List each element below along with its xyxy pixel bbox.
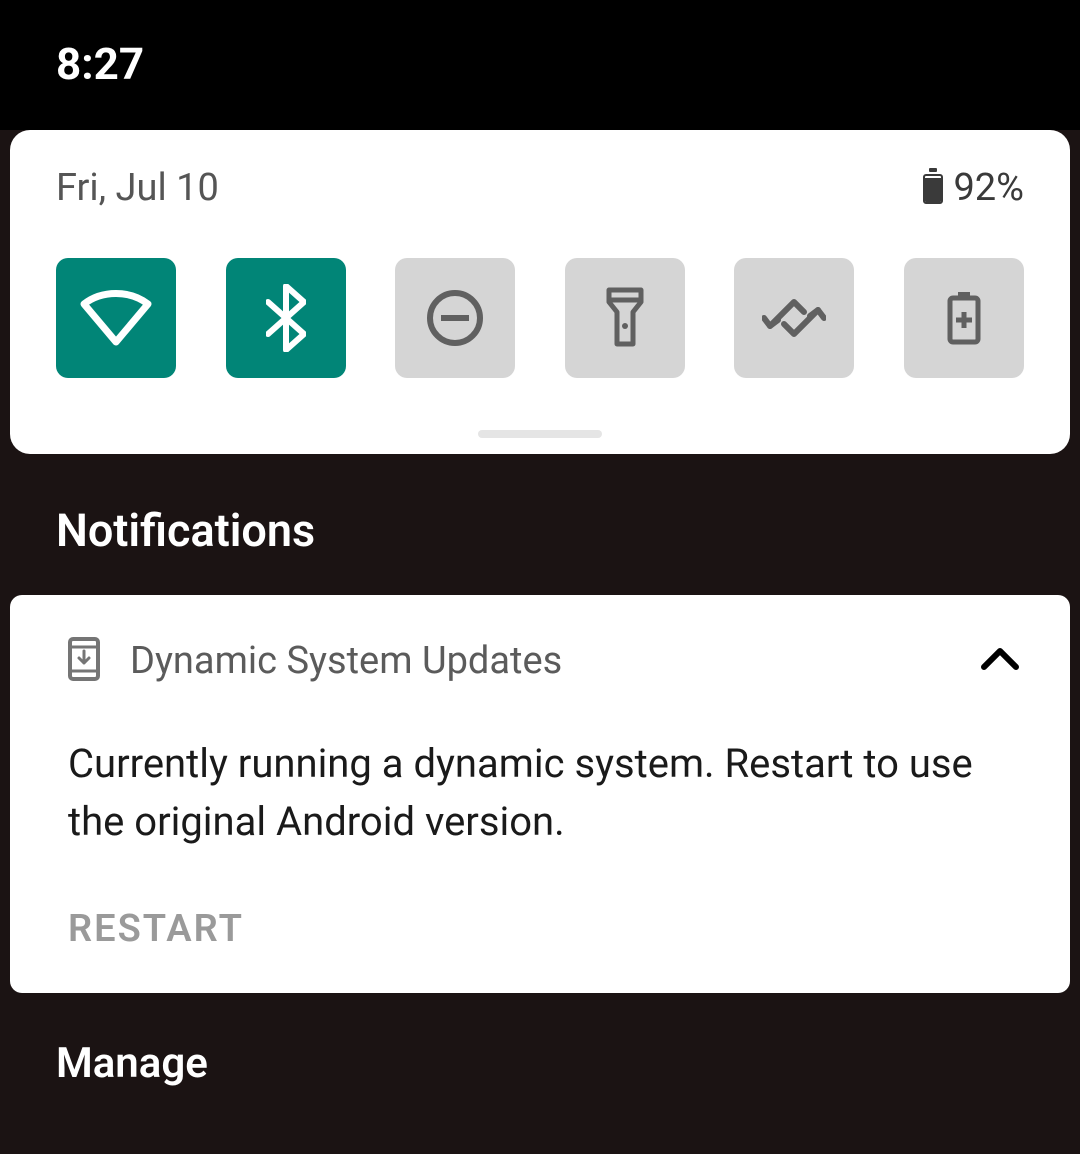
notification-app-name: Dynamic System Updates: [130, 639, 948, 683]
collapse-icon[interactable]: [978, 645, 1022, 677]
date-label[interactable]: Fri, Jul 10: [56, 166, 219, 210]
flashlight-tile[interactable]: [565, 258, 685, 378]
manage-button[interactable]: Manage: [0, 993, 1080, 1088]
flashlight-icon: [603, 286, 647, 350]
quick-settings-tiles: [56, 258, 1024, 378]
bluetooth-tile[interactable]: [226, 258, 346, 378]
battery-status[interactable]: 92%: [923, 166, 1024, 210]
auto-rotate-icon: [762, 290, 826, 346]
battery-saver-icon: [946, 290, 982, 346]
restart-button[interactable]: RESTART: [68, 907, 1022, 951]
wifi-tile[interactable]: [56, 258, 176, 378]
notification-header: Dynamic System Updates: [68, 637, 1022, 685]
battery-percent: 92%: [953, 166, 1024, 210]
clock: 8:27: [56, 38, 1080, 90]
notification-body: Currently running a dynamic system. Rest…: [68, 735, 1022, 851]
rotate-tile[interactable]: [734, 258, 854, 378]
wifi-icon: [80, 288, 152, 348]
battery-saver-tile[interactable]: [904, 258, 1024, 378]
status-bar: 8:27: [0, 0, 1080, 130]
dnd-tile[interactable]: [395, 258, 515, 378]
drag-handle[interactable]: [478, 430, 602, 438]
notification-card[interactable]: Dynamic System Updates Currently running…: [10, 595, 1070, 993]
bluetooth-icon: [266, 284, 306, 352]
quick-settings-header: Fri, Jul 10 92%: [56, 166, 1024, 210]
battery-icon: [923, 172, 943, 204]
do-not-disturb-icon: [425, 288, 485, 348]
system-update-icon: [68, 637, 100, 685]
notifications-header: Notifications: [0, 454, 1080, 595]
quick-settings-panel: Fri, Jul 10 92%: [10, 130, 1070, 454]
